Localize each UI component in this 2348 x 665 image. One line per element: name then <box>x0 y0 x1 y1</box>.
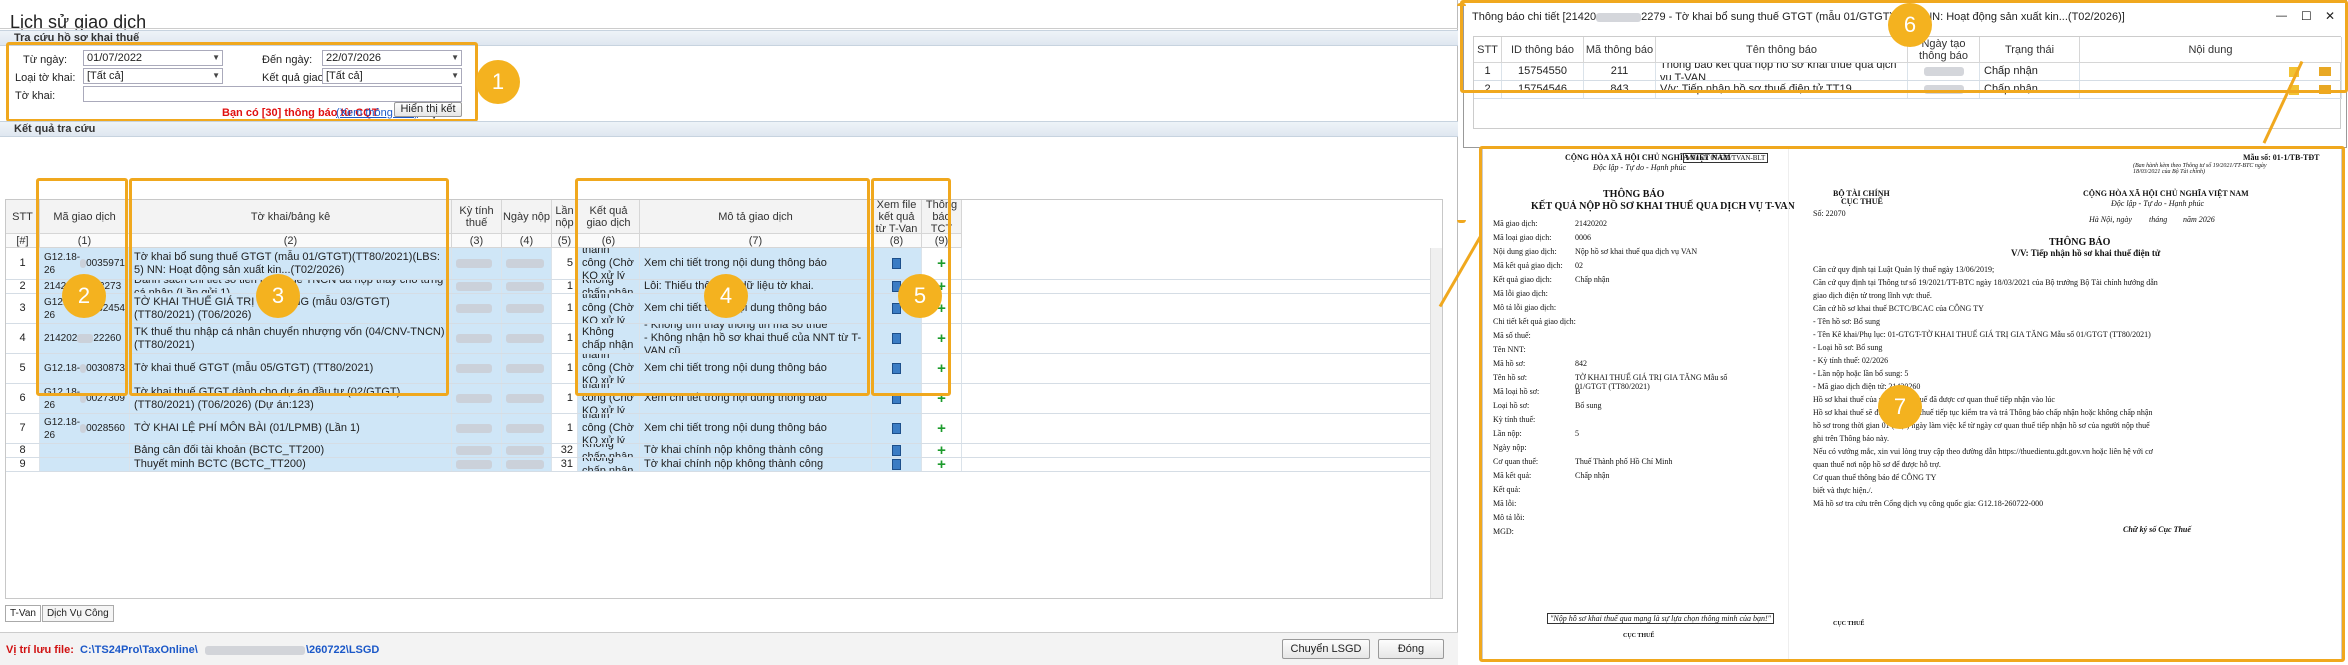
cell-ngay-nop <box>502 294 552 323</box>
cell-ky-tinh-thue <box>452 354 502 383</box>
tab-tvan[interactable]: T-Van <box>5 605 41 622</box>
cell-ngay-nop <box>502 414 552 443</box>
table-row[interactable]: 7 G12.18-26 0028560 TỜ KHAI LỆ PHÍ MÔN BÀI … <box>6 414 1442 444</box>
cell-stt: 1 <box>6 248 40 279</box>
cell-ngay-nop <box>502 354 552 383</box>
cell-stt: 4 <box>6 324 40 353</box>
column-subheader-ky: (3) <box>452 234 502 248</box>
source-tabs: T-Van Dịch Vụ Công <box>5 605 115 622</box>
cell-lan-nop: 1 <box>552 414 578 443</box>
cell-ngay-nop <box>502 384 552 413</box>
cell-ky-tinh-thue <box>452 324 502 353</box>
add-notice-icon[interactable]: + <box>922 458 962 471</box>
marker-1: 1 <box>476 60 520 104</box>
cell-ma-giao-dich: G12.18-26 0028560 <box>40 414 130 443</box>
column-header-stt[interactable]: STT <box>6 200 40 234</box>
marker-4: 4 <box>704 274 748 318</box>
marker-7: 7 <box>1878 385 1922 429</box>
table-row[interactable]: 9 Thuyết minh BCTC (BCTC_TT200) 31Không ch… <box>6 458 1442 472</box>
footer-bar: Vị trí lưu file: C:\TS24Pro\TaxOnline\ \… <box>0 632 1458 665</box>
cell-ngay-nop <box>502 248 552 279</box>
marker-6: 6 <box>1888 3 1932 47</box>
add-notice-icon[interactable]: + <box>922 414 962 443</box>
cell-ky-tinh-thue <box>452 458 502 471</box>
marker-2: 2 <box>62 274 106 318</box>
ma-prefix: G12.18-26 <box>44 416 81 441</box>
column-subheader-stt: [#] <box>6 234 40 248</box>
column-header-ky[interactable]: Kỳ tính thuế <box>452 200 502 234</box>
add-notice-icon[interactable]: + <box>922 444 962 457</box>
marker-5: 5 <box>898 274 942 318</box>
column-header-ngay[interactable]: Ngày nộp <box>502 200 552 234</box>
cell-stt: 2 <box>6 280 40 293</box>
view-file-icon[interactable] <box>872 444 922 457</box>
divider <box>0 28 1458 29</box>
cell-ma-giao-dich <box>40 458 130 471</box>
redacted-block <box>80 424 87 433</box>
cell-to-khai: Thuyết minh BCTC (BCTC_TT200) <box>130 458 452 471</box>
cell-ky-tinh-thue <box>452 414 502 443</box>
transfer-button[interactable]: Chuyển LSGD <box>1282 639 1370 659</box>
save-path-tail: \260722\LSGD <box>306 644 380 656</box>
cell-stt: 8 <box>6 444 40 457</box>
cell-ngay-nop <box>502 444 552 457</box>
column-subheader-ngay: (4) <box>502 234 552 248</box>
cell-ket-qua: Không chấp nhận <box>578 458 640 471</box>
cell-ky-tinh-thue <box>452 444 502 457</box>
save-path-label: Vị trí lưu file: <box>6 644 74 656</box>
cell-ket-qua: Không chấp nhận <box>578 444 640 457</box>
cell-lan-nop: 31 <box>552 458 578 471</box>
cell-ngay-nop <box>502 280 552 293</box>
marker-3: 3 <box>256 274 300 318</box>
ma-suffix: 0028560 <box>86 423 125 434</box>
results-section-header: Kết quả tra cứu <box>0 121 1458 137</box>
cell-ky-tinh-thue <box>452 384 502 413</box>
cell-ma-giao-dich <box>40 444 130 457</box>
highlight-box-1 <box>6 42 478 122</box>
cell-mo-ta: Tờ khai chính nộp không thành công <box>640 444 872 457</box>
cell-stt: 5 <box>6 354 40 383</box>
cell-to-khai: Bảng cân đối tài khoản (BCTC_TT200) <box>130 444 452 457</box>
cell-stt: 7 <box>6 414 40 443</box>
cell-ky-tinh-thue <box>452 248 502 279</box>
cell-stt: 3 <box>6 294 40 323</box>
close-button[interactable]: Đóng <box>1378 639 1444 659</box>
table-row[interactable]: 8 Bảng cân đối tài khoản (BCTC_TT200) 32Kh… <box>6 444 1442 458</box>
cell-stt: 6 <box>6 384 40 413</box>
redacted-block <box>205 646 305 655</box>
save-path-value[interactable]: C:\TS24Pro\TaxOnline\ <box>80 644 198 656</box>
cell-mo-ta: Tờ khai chính nộp không thành công <box>640 458 872 471</box>
cell-stt: 9 <box>6 458 40 471</box>
cell-ngay-nop <box>502 458 552 471</box>
cell-ky-tinh-thue <box>452 280 502 293</box>
view-file-icon[interactable] <box>872 458 922 471</box>
tab-dich-vu-cong[interactable]: Dịch Vụ Công <box>41 605 114 622</box>
cell-lan-nop: 32 <box>552 444 578 457</box>
cell-to-khai: TỜ KHAI LỆ PHÍ MÔN BÀI (01/LPMB) (Lần 1) <box>130 414 452 443</box>
cell-ky-tinh-thue <box>452 294 502 323</box>
cell-mo-ta: Xem chi tiết trong nội dung thông báo <box>640 414 872 443</box>
view-file-icon[interactable] <box>872 414 922 443</box>
cell-ngay-nop <box>502 324 552 353</box>
cell-ket-qua: Đã nộp thành công (Chờ KQ xử lý của CQT) <box>578 414 640 443</box>
